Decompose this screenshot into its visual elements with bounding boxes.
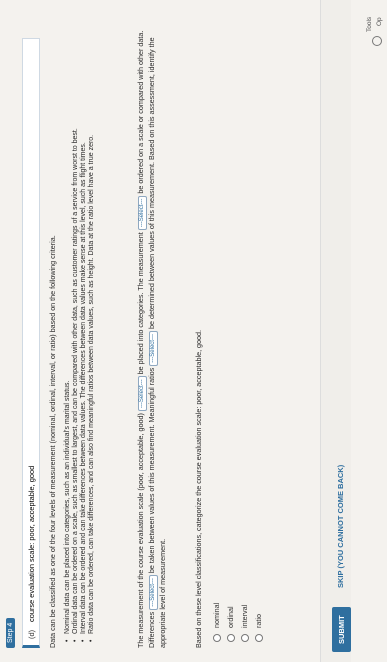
- select-ratios[interactable]: ---Select---: [149, 331, 159, 366]
- part-letter: (d): [26, 629, 36, 639]
- criteria-list: Nominal data can be placed into categori…: [64, 32, 96, 642]
- part-prompt: course evaluation scale: poor, acceptabl…: [26, 465, 36, 622]
- step-badge: Step 4: [6, 617, 15, 648]
- option-interval[interactable]: interval: [240, 603, 249, 642]
- select-ordered[interactable]: ---Select---: [138, 195, 148, 231]
- question-text: Based on these level classifications, ca…: [194, 329, 203, 648]
- radio-circle-icon: [240, 634, 249, 642]
- skip-link[interactable]: SKIP (YOU CANNOT COME BACK): [336, 465, 345, 588]
- question-part-header: (d) course evaluation scale: poor, accep…: [22, 38, 40, 648]
- intro-text: Data can be classified as one of the fou…: [48, 235, 57, 648]
- gear-icon[interactable]: [372, 36, 382, 46]
- radio-circle-icon: [212, 634, 221, 642]
- criteria-ordinal: Ordinal data can be ordered on a scale, …: [72, 32, 79, 642]
- criteria-ratio: Ratio data can be ordered, can take diff…: [88, 32, 95, 642]
- submit-button[interactable]: SUBMIT: [332, 607, 351, 652]
- measurement-text-2: be placed into categories. The measureme…: [136, 232, 145, 375]
- measurement-text-1: The measurement of the course evaluation…: [136, 413, 145, 648]
- option-ratio[interactable]: ratio: [254, 603, 263, 642]
- level-options: nominal ordinal interval ratio: [212, 603, 268, 642]
- select-differences[interactable]: ---Select---: [149, 575, 159, 610]
- page-canvas: Step 4 (d) course evaluation scale: poor…: [0, 0, 387, 662]
- measurement-paragraph: The measurement of the course evaluation…: [136, 28, 167, 648]
- measurement-text-4: be taken between values of this measurem…: [147, 367, 157, 574]
- tools-label[interactable]: Tools: [366, 17, 373, 32]
- select-categories[interactable]: ---Select---: [138, 376, 148, 412]
- option-ordinal[interactable]: ordinal: [226, 603, 235, 642]
- radio-circle-icon: [254, 634, 263, 642]
- option-nominal[interactable]: nominal: [212, 603, 221, 642]
- radio-circle-icon: [226, 634, 235, 642]
- criteria-nominal: Nominal data can be placed into categori…: [64, 32, 71, 642]
- options-label[interactable]: Op: [376, 17, 383, 26]
- criteria-interval: Interval data can be ordered and can tak…: [80, 32, 87, 642]
